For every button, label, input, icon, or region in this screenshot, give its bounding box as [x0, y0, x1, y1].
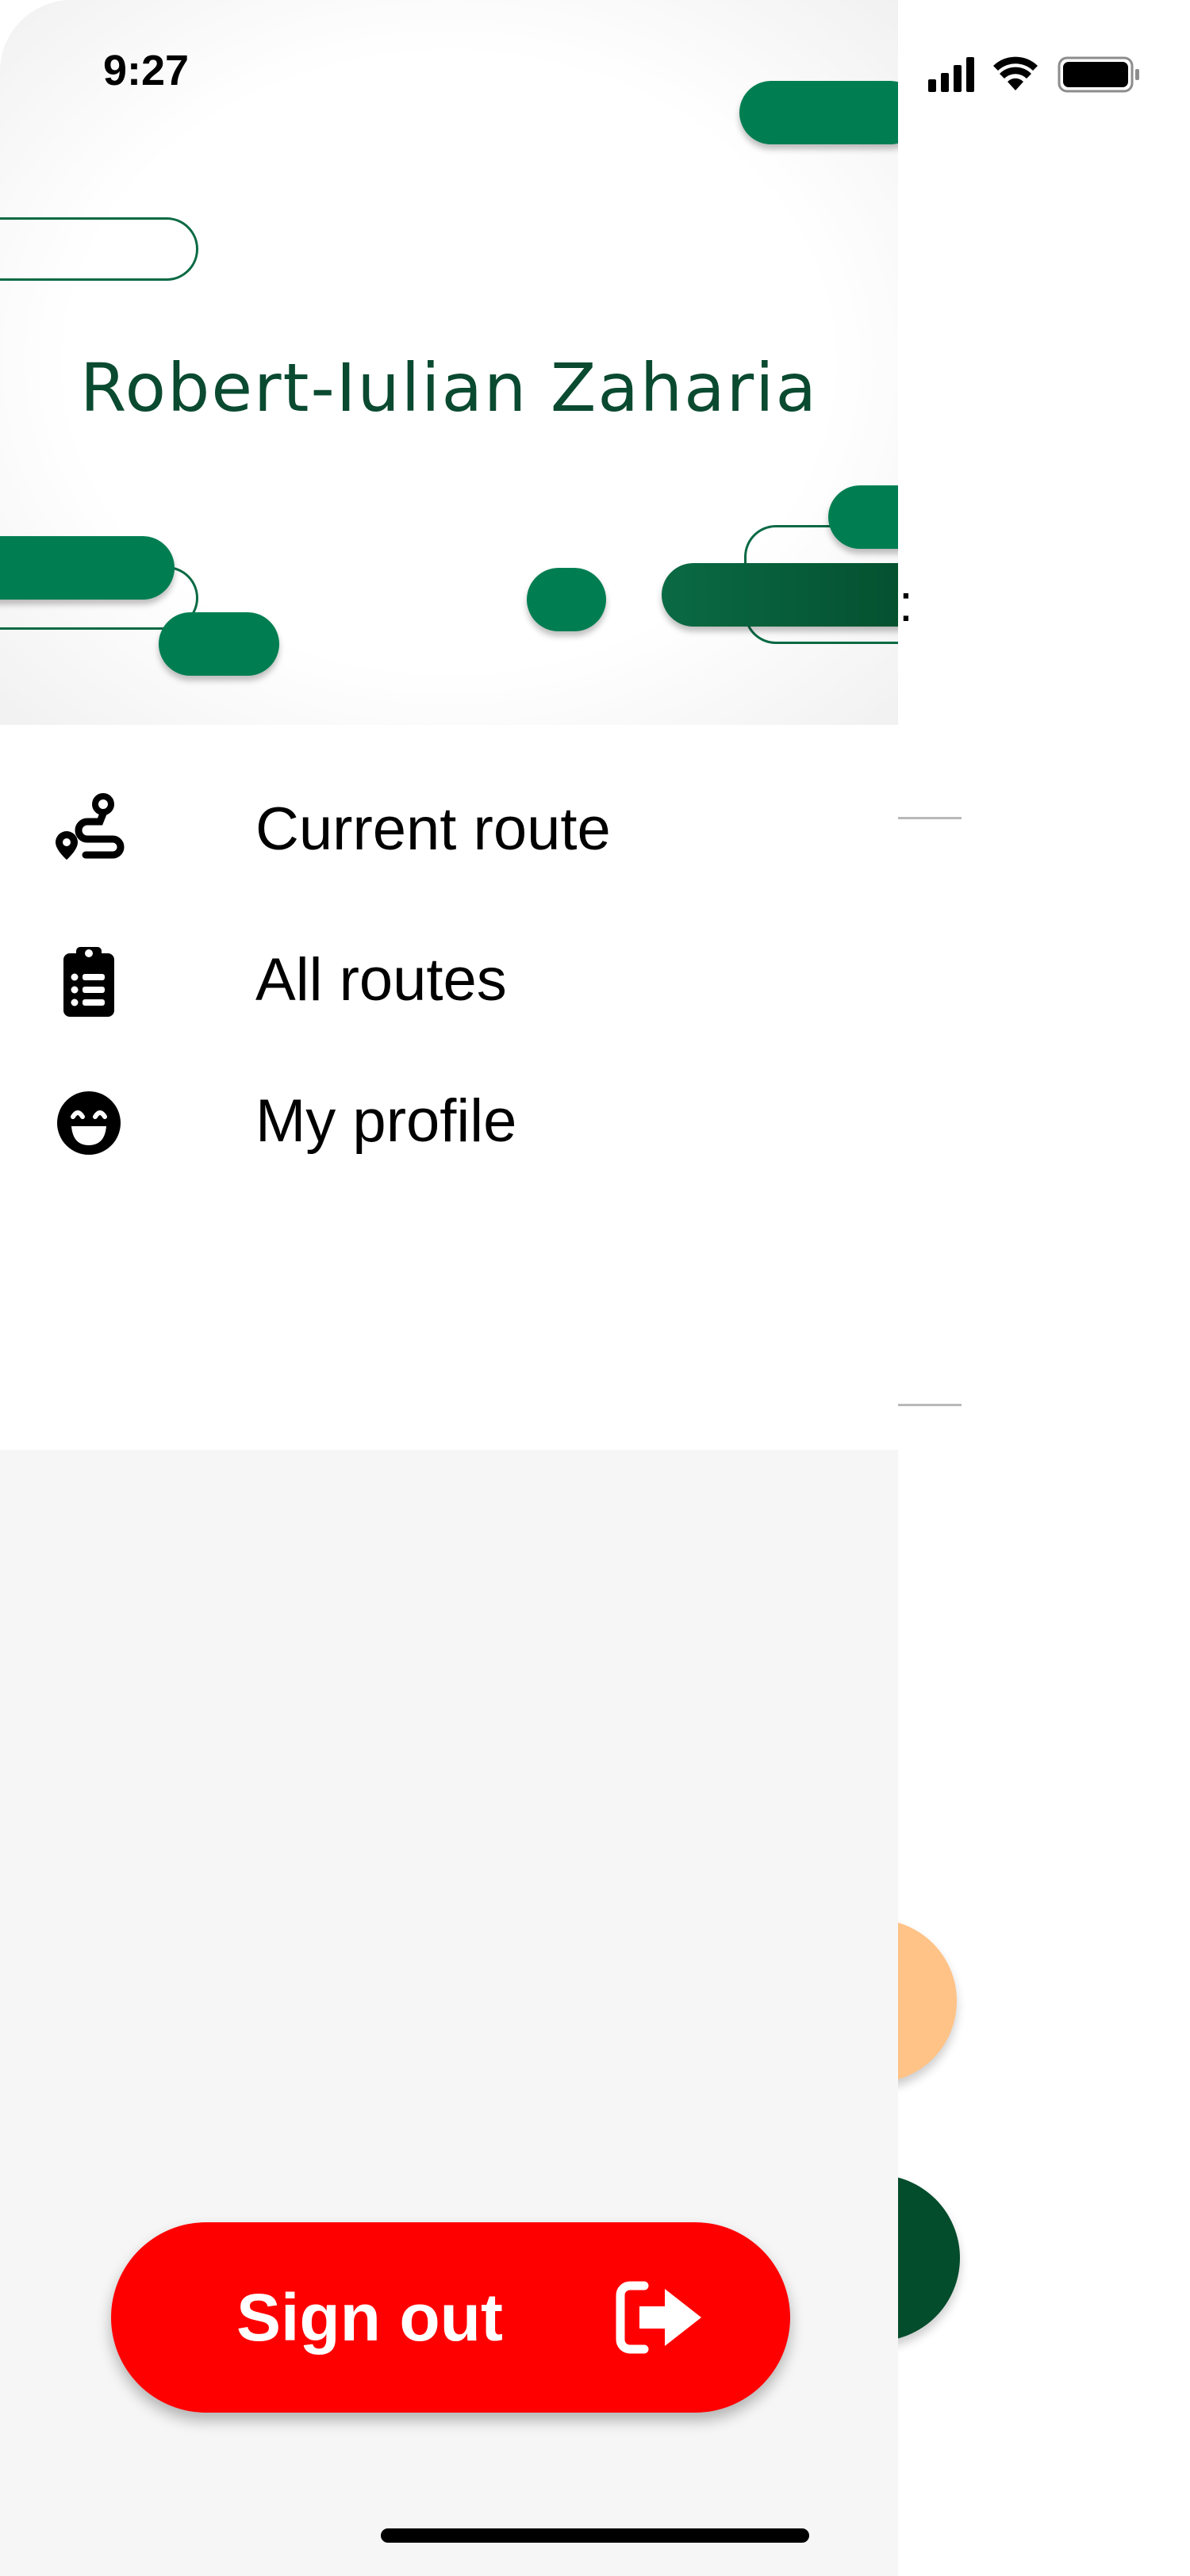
route-icon — [56, 793, 125, 860]
drawer-header: Robert-Iulian Zaharia — [0, 0, 898, 725]
decorative-outline-pill — [0, 217, 198, 281]
status-icons — [928, 56, 1139, 93]
navigation-drawer: Robert-Iulian Zaharia Current route All … — [0, 0, 898, 2576]
menu-label-my-profile: My profile — [255, 1087, 517, 1155]
decorative-pill — [828, 485, 898, 549]
smiley-face-icon — [57, 1091, 121, 1155]
menu-item-all-routes[interactable]: All routes — [0, 922, 898, 1041]
sign-out-label: Sign out — [236, 2280, 503, 2355]
background-divider — [898, 817, 962, 819]
sign-out-arrow-icon — [616, 2281, 701, 2354]
decorative-pill — [527, 568, 606, 631]
menu-item-my-profile[interactable]: My profile — [0, 1066, 898, 1185]
menu-item-current-route[interactable]: Current route — [0, 772, 898, 891]
menu-label-all-routes: All routes — [255, 946, 507, 1014]
home-indicator[interactable] — [381, 2528, 809, 2543]
sign-out-button[interactable]: Sign out — [111, 2222, 790, 2413]
decorative-pill — [159, 612, 279, 676]
wifi-icon — [993, 56, 1038, 90]
battery-icon — [1058, 56, 1139, 93]
decorative-pill — [662, 563, 898, 627]
clipboard-list-icon — [63, 947, 114, 1017]
decorative-pill — [739, 81, 898, 144]
menu-label-current-route: Current route — [255, 795, 611, 863]
user-name: Robert-Iulian Zaharia — [80, 349, 818, 427]
status-time: 9:27 — [103, 47, 190, 94]
drawer-menu: Current route All routes My profile — [0, 725, 898, 1450]
decorative-pill — [0, 536, 175, 600]
background-divider — [898, 1404, 962, 1406]
signal-icon — [928, 57, 974, 92]
